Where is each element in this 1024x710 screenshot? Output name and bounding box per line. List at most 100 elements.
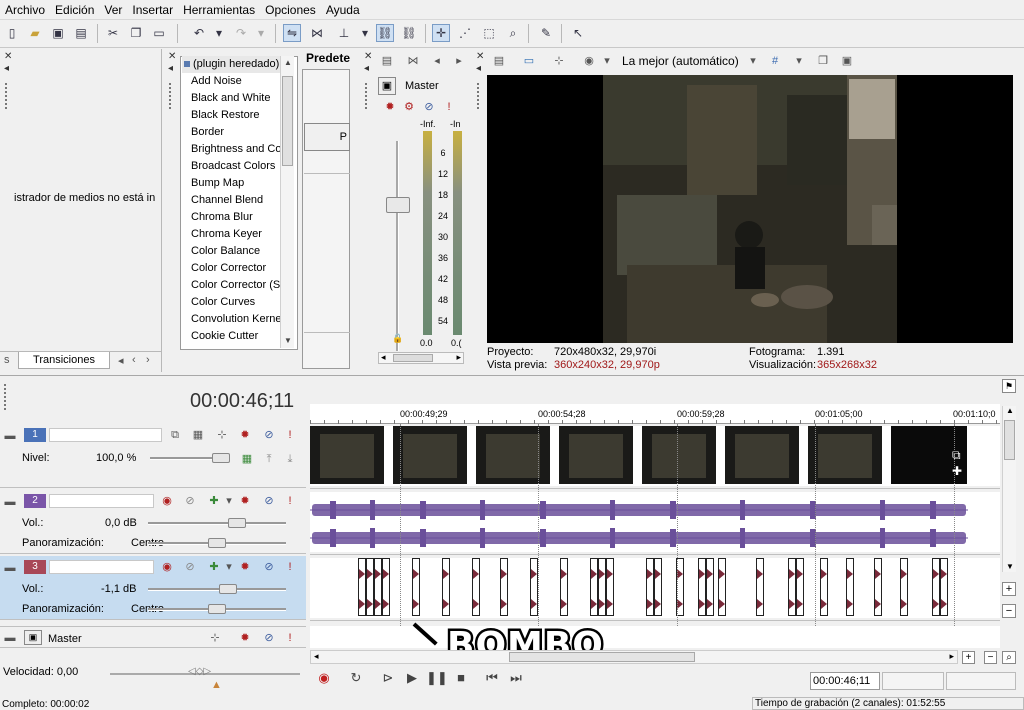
fx-list-scrollbar[interactable]: ▲ ▼ <box>280 56 294 348</box>
level-slider-thumb[interactable] <box>212 453 230 463</box>
minimize-track-icon[interactable]: ▬ <box>3 429 17 443</box>
pan-slider-thumb[interactable] <box>208 538 226 548</box>
list-item[interactable]: Chroma Keyer <box>182 226 280 243</box>
lock-envelopes-icon[interactable]: ⛓ <box>376 24 394 42</box>
solo-icon[interactable]: ! <box>283 428 297 442</box>
invert-phase-icon[interactable]: ⊘ <box>183 560 197 574</box>
close-panel-icon[interactable]: ✕ <box>364 51 372 62</box>
menu-insertar[interactable]: Insertar <box>127 0 178 17</box>
bus-fx-icon[interactable]: ⊹ <box>208 631 222 645</box>
mute-icon[interactable]: ⊘ <box>262 428 276 442</box>
zoom-out-vertical-icon[interactable]: − <box>1002 604 1016 618</box>
go-to-start-button[interactable]: ⏮ <box>482 668 502 688</box>
track-header-video[interactable]: ▬ 1 ⧉ ▦ ⊹ ✹ ⊘ ! Nivel: 100,0 % ▦ ⤒ ⤓ <box>0 424 306 488</box>
stop-button[interactable]: ■ <box>451 668 471 688</box>
redo-icon[interactable]: ↷ <box>232 24 250 42</box>
snap-icon[interactable]: ⊥ <box>335 24 353 42</box>
composite-child-icon[interactable]: ▦ <box>240 452 254 466</box>
minimize-track-icon[interactable]: ▬ <box>3 631 17 645</box>
fx-chain-icon[interactable]: ⊹ <box>552 54 566 68</box>
scroll-down-icon[interactable]: ▼ <box>284 336 292 345</box>
pin-panel-icon[interactable]: ◂ <box>168 63 173 74</box>
fx-gear-icon[interactable]: ✹ <box>383 100 397 114</box>
timeline-ruler[interactable]: 00:00:49;29 00:00:54;28 00:00:59;28 00:0… <box>310 404 1000 424</box>
preset-thumb[interactable]: P <box>304 123 350 151</box>
master-bus-header[interactable]: ▬ ▣ Master ⊹ ✹ ⊘ ! <box>0 626 306 648</box>
pin-panel-icon[interactable]: ◂ <box>4 63 9 74</box>
volume-slider-thumb[interactable] <box>228 518 246 528</box>
cursor-position-field[interactable]: 00:00:46;11 <box>810 672 880 690</box>
overlays-dropdown-icon[interactable]: ▾ <box>792 54 806 68</box>
ignore-grouping-icon[interactable]: ⛓ <box>400 24 418 42</box>
fx-dropdown-icon[interactable]: ▾ <box>222 560 236 574</box>
selection-length-field[interactable] <box>946 672 1016 690</box>
pan-slider-thumb[interactable] <box>208 604 226 614</box>
scroll-thumb[interactable] <box>509 652 695 662</box>
midi-track-lane[interactable] <box>310 558 1000 618</box>
save-snapshot-icon[interactable]: ▣ <box>840 54 854 68</box>
master-bus-icon[interactable]: ▣ <box>378 77 396 95</box>
track-name-field[interactable] <box>49 428 162 442</box>
go-to-end-button[interactable]: ⏭ <box>506 668 526 688</box>
master-bus-lane[interactable] <box>310 626 1000 648</box>
list-item[interactable]: Chroma Blur <box>182 209 280 226</box>
tab-scroll-right[interactable]: › <box>146 354 150 366</box>
auto-ripple-icon[interactable]: ⇋ <box>283 24 301 42</box>
track-motion-icon[interactable]: ⧉ <box>168 428 182 442</box>
zoom-in-horizontal-icon[interactable]: + <box>962 651 975 664</box>
scroll-up-icon[interactable]: ▲ <box>1006 406 1014 415</box>
bus-fx-icon[interactable]: ⚙ <box>402 100 416 114</box>
tab-transiciones[interactable]: Transiciones <box>18 352 110 369</box>
split-dropdown-icon[interactable]: ▾ <box>600 54 614 68</box>
zoom-tool-icon[interactable]: ⌕ <box>1002 651 1016 664</box>
composite-mode-icon[interactable]: ▦ <box>191 428 205 442</box>
scroll-down-icon[interactable]: ▼ <box>1006 562 1014 571</box>
track-fx-icon[interactable]: ✚ <box>207 560 221 574</box>
minimize-track-icon[interactable]: ▬ <box>3 561 17 575</box>
render-icon[interactable]: ✎ <box>537 24 555 42</box>
paste-icon[interactable]: ▭ <box>150 24 168 42</box>
fx-dropdown-icon[interactable]: ▾ <box>222 494 236 508</box>
preview-properties-icon[interactable]: ▤ <box>492 54 506 68</box>
preview-quality-select[interactable]: La mejor (automático) <box>622 54 739 68</box>
zoom-in-vertical-icon[interactable]: + <box>1002 582 1016 596</box>
volume-slider-track[interactable] <box>148 588 286 591</box>
minimize-track-icon[interactable]: ▬ <box>3 495 17 509</box>
tab-scroll-mid[interactable]: ‹ <box>132 354 136 366</box>
zoom-out-horizontal-icon[interactable]: − <box>984 651 997 664</box>
lock-icon[interactable]: 🔒 <box>392 333 403 344</box>
volume-slider-track[interactable] <box>148 522 286 525</box>
timeline-vscrollbar[interactable]: ▲ ▼ <box>1002 406 1016 572</box>
track-fx-icon[interactable]: ⊹ <box>215 428 229 442</box>
master-fader-thumb[interactable] <box>386 197 410 213</box>
menu-opciones[interactable]: Opciones <box>260 0 321 17</box>
solo-icon[interactable]: ! <box>283 631 297 645</box>
track-header-audio-3[interactable]: ▬ 3 ◉ ⊘ ✚ ▾ ✹ ⊘ ! Vol.: -1,1 dB Panorami… <box>0 556 306 620</box>
redo-dropdown-icon[interactable]: ▾ <box>252 24 270 42</box>
zoom-tool-icon[interactable]: ⌕ <box>504 24 522 42</box>
dim-output-icon[interactable]: ◂ <box>430 54 444 68</box>
snap-dropdown-icon[interactable]: ▾ <box>356 24 374 42</box>
track-settings-icon[interactable]: ✹ <box>238 560 252 574</box>
list-item[interactable]: (plugin heredado) <box>182 56 280 73</box>
properties-icon[interactable]: ▤ <box>72 24 90 42</box>
pin-panel-icon[interactable]: ◂ <box>476 63 481 74</box>
scroll-right-icon[interactable]: ▸ <box>949 651 954 662</box>
cut-icon[interactable]: ✂ <box>104 24 122 42</box>
record-button[interactable]: ◉ <box>314 668 334 688</box>
insert-bus-icon[interactable]: ▤ <box>380 54 394 68</box>
solo-icon[interactable]: ! <box>283 560 297 574</box>
list-item[interactable]: Convolution Kerne <box>182 311 280 328</box>
quality-dropdown-icon[interactable]: ▾ <box>746 54 760 68</box>
solo-icon[interactable]: ! <box>283 494 297 508</box>
list-item[interactable]: Bump Map <box>182 175 280 192</box>
mixer-hscrollbar[interactable]: ◂ ▸ <box>378 352 464 364</box>
loop-button[interactable]: ↻ <box>346 668 366 688</box>
menu-ayuda[interactable]: Ayuda <box>321 0 365 17</box>
open-folder-icon[interactable]: ▰ <box>26 24 44 42</box>
split-screen-icon[interactable]: ◉ <box>582 54 596 68</box>
speed-slider-thumb[interactable]: ◁◇▷ <box>188 666 211 677</box>
track-settings-icon[interactable]: ✹ <box>238 428 252 442</box>
list-item[interactable]: Black Restore <box>182 107 280 124</box>
track-name-field[interactable] <box>49 494 154 508</box>
